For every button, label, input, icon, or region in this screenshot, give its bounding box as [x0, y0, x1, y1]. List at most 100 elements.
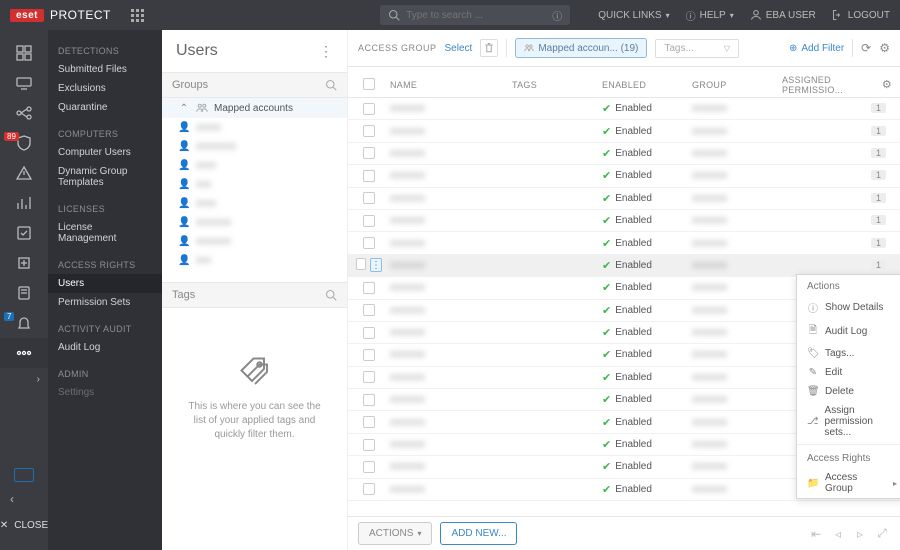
- table-row[interactable]: xxxxxxx✔Enabledxxxxxxx1: [348, 188, 900, 210]
- access-group-select[interactable]: Select: [445, 43, 473, 54]
- global-search[interactable]: ⓘ: [380, 5, 570, 25]
- nav-item[interactable]: Permission Sets: [48, 293, 162, 312]
- add-new-button[interactable]: ADD NEW...: [440, 522, 517, 545]
- table-row[interactable]: xxxxxxx✔Enabledxxxxxxx1: [348, 98, 900, 120]
- ctx-audit-log[interactable]: 🗎Audit Log: [797, 319, 900, 344]
- refresh-icon[interactable]: ⟳: [861, 41, 871, 55]
- row-checkbox[interactable]: [363, 483, 375, 495]
- table-row[interactable]: xxxxxxx✔Enabledxxxxxxx1: [348, 210, 900, 232]
- nav-item[interactable]: Exclusions: [48, 79, 162, 98]
- search-icon[interactable]: [325, 289, 337, 301]
- group-row[interactable]: 👤xxxx: [162, 156, 347, 175]
- logout-button[interactable]: LOGOUT: [832, 9, 890, 21]
- search-icon[interactable]: [325, 79, 337, 91]
- group-row[interactable]: 👤xxxxx: [162, 118, 347, 137]
- row-checkbox[interactable]: [363, 461, 375, 473]
- rail-policies-icon[interactable]: [0, 278, 48, 308]
- nav-item[interactable]: Users: [48, 274, 162, 293]
- row-checkbox[interactable]: [363, 439, 375, 451]
- row-checkbox[interactable]: [363, 170, 375, 182]
- row-checkbox[interactable]: [363, 237, 375, 249]
- row-checkbox[interactable]: [363, 371, 375, 383]
- row-checkbox[interactable]: [363, 304, 375, 316]
- rail-notify-icon[interactable]: 7: [0, 308, 48, 338]
- row-checkbox[interactable]: [363, 125, 375, 137]
- ctx-show-details[interactable]: ⓘShow Details: [797, 296, 900, 319]
- ctx-assign-permission-sets[interactable]: ⎇Assign permission sets...: [797, 401, 900, 442]
- actions-button[interactable]: ACTIONS▾: [358, 522, 432, 545]
- row-checkbox[interactable]: [363, 192, 375, 204]
- row-checkbox[interactable]: [363, 416, 375, 428]
- filter-chip-mapped-accounts[interactable]: Mapped accoun... (19): [515, 38, 647, 58]
- columns-gear-icon[interactable]: ⚙: [870, 78, 892, 91]
- row-checkbox[interactable]: [363, 147, 375, 159]
- rail-network-icon[interactable]: [0, 98, 48, 128]
- rail-reports-icon[interactable]: [0, 188, 48, 218]
- nav-item[interactable]: Quarantine: [48, 98, 162, 117]
- row-more-icon[interactable]: ⋮: [370, 258, 382, 272]
- rail-installers-icon[interactable]: [0, 248, 48, 278]
- row-checkbox[interactable]: [363, 103, 375, 115]
- group-row[interactable]: ⌃Mapped accounts: [162, 98, 347, 118]
- close-button[interactable]: ✕ CLOSE: [0, 510, 48, 540]
- group-row[interactable]: 👤xxx: [162, 175, 347, 194]
- col-group[interactable]: GROUP: [692, 80, 782, 90]
- group-row[interactable]: 👤xxx: [162, 251, 347, 270]
- nav-item[interactable]: Audit Log: [48, 338, 162, 357]
- apps-grid-icon[interactable]: [131, 9, 143, 21]
- nav-item[interactable]: Computer Users: [48, 143, 162, 162]
- rail-dashboard-icon[interactable]: [0, 38, 48, 68]
- page-first-icon[interactable]: ⇤: [808, 527, 824, 541]
- search-help-icon[interactable]: ⓘ: [552, 8, 562, 23]
- page-prev-icon[interactable]: ◃: [830, 527, 846, 541]
- table-row[interactable]: xxxxxxx✔Enabledxxxxxxx1: [348, 165, 900, 187]
- help-menu[interactable]: ⓘHELP▾: [686, 8, 734, 23]
- nav-item[interactable]: Submitted Files: [48, 60, 162, 79]
- user-menu[interactable]: EBA USER: [750, 9, 816, 21]
- page-next-icon[interactable]: ▹: [852, 527, 868, 541]
- row-checkbox[interactable]: [356, 258, 366, 270]
- row-checkbox[interactable]: [363, 215, 375, 227]
- table-row[interactable]: xxxxxxx✔Enabledxxxxxxx1: [348, 120, 900, 142]
- col-enabled[interactable]: ENABLED: [602, 80, 692, 90]
- ctx-access-group[interactable]: 📁Access Group▸: [797, 468, 900, 498]
- col-tags[interactable]: TAGS: [512, 80, 602, 90]
- nav-item[interactable]: Dynamic Group Templates: [48, 162, 162, 192]
- rail-threats-icon[interactable]: 89: [0, 128, 48, 158]
- row-checkbox[interactable]: [363, 282, 375, 294]
- access-group-clear-icon[interactable]: [480, 39, 498, 57]
- row-checkbox[interactable]: [363, 327, 375, 339]
- row-checkbox[interactable]: [363, 394, 375, 406]
- nav-item[interactable]: License Management: [48, 218, 162, 248]
- rail-console-status-icon[interactable]: [0, 462, 48, 488]
- search-input[interactable]: [406, 10, 552, 21]
- col-permissions[interactable]: ASSIGNED PERMISSIO...: [782, 75, 870, 95]
- presets-icon[interactable]: ⚙: [879, 41, 890, 55]
- rail-back-icon[interactable]: ‹: [0, 488, 48, 510]
- page-settings-icon[interactable]: ⤢: [874, 526, 890, 541]
- nav-item[interactable]: Settings: [48, 383, 162, 402]
- rail-expand-icon[interactable]: ›: [0, 368, 48, 390]
- group-row[interactable]: 👤xxxxxxx: [162, 213, 347, 232]
- rail-tasks-icon[interactable]: [0, 218, 48, 248]
- cell-name: xxxxxxx: [390, 394, 425, 405]
- group-row[interactable]: 👤xxxxxxxx: [162, 137, 347, 156]
- group-row[interactable]: 👤xxxxxxx: [162, 232, 347, 251]
- add-filter-button[interactable]: ⊕ Add Filter: [789, 43, 844, 54]
- table-row[interactable]: xxxxxxx✔Enabledxxxxxxx1: [348, 143, 900, 165]
- ctx-tags[interactable]: 🏷Tags...: [797, 344, 900, 363]
- rail-computers-icon[interactable]: [0, 68, 48, 98]
- ctx-delete[interactable]: 🗑Delete: [797, 382, 900, 401]
- check-icon: ✔: [602, 214, 611, 227]
- table-row[interactable]: xxxxxxx✔Enabledxxxxxxx1: [348, 232, 900, 254]
- group-row[interactable]: 👤xxxx: [162, 194, 347, 213]
- quick-links-menu[interactable]: QUICK LINKS▾: [598, 10, 669, 21]
- row-checkbox[interactable]: [363, 349, 375, 361]
- page-more-icon[interactable]: ⋮: [319, 43, 333, 60]
- ctx-edit[interactable]: ✎Edit: [797, 363, 900, 382]
- rail-more-icon[interactable]: [0, 338, 48, 368]
- rail-alerts-icon[interactable]: [0, 158, 48, 188]
- select-all-checkbox[interactable]: [363, 78, 375, 90]
- col-name[interactable]: NAME: [382, 80, 512, 90]
- tags-filter[interactable]: Tags... ▽: [655, 39, 739, 58]
